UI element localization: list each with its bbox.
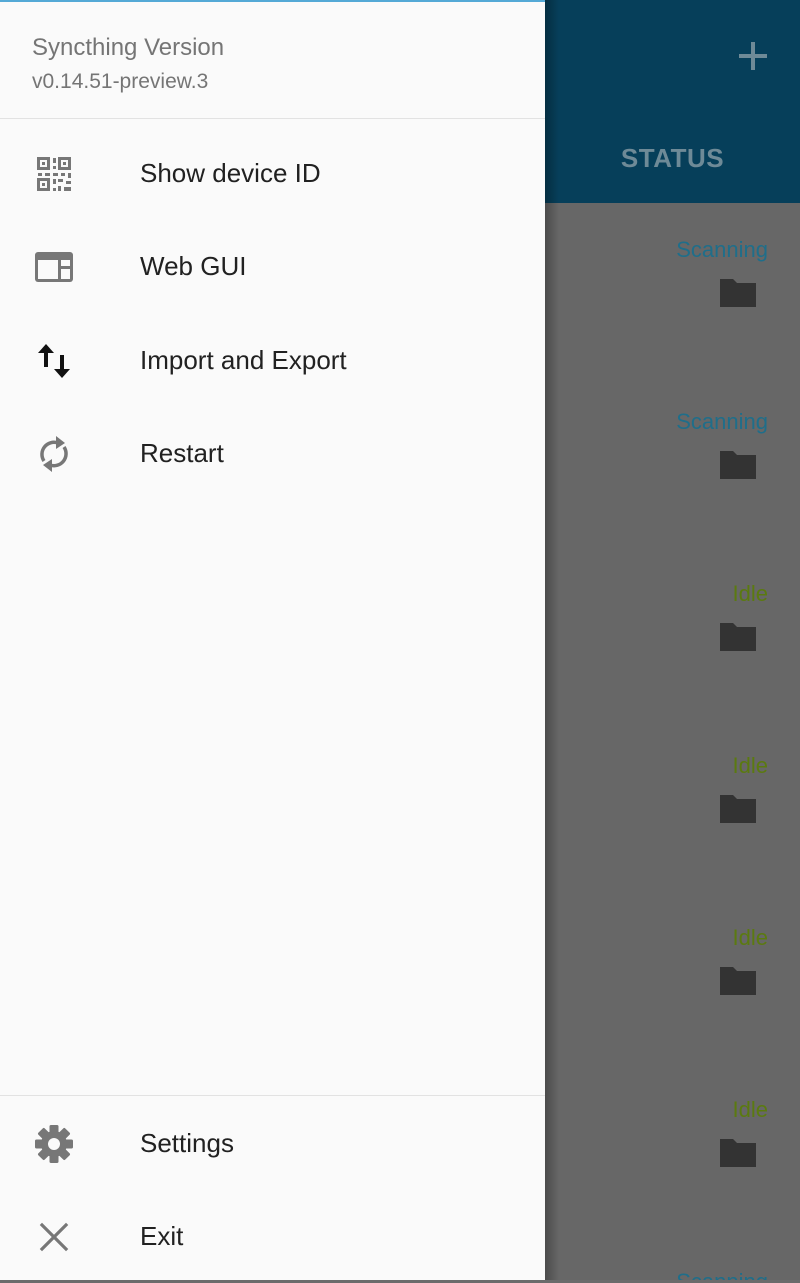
drawer-header: Syncthing Version v0.14.51-preview.3 — [0, 0, 545, 119]
import-export-icon — [33, 340, 75, 382]
folder-icon — [720, 623, 756, 651]
web-window-icon — [33, 246, 75, 288]
menu-item-show-device-id[interactable]: Show device ID — [0, 127, 545, 220]
folder-icon — [720, 1139, 756, 1167]
folder-icon — [720, 279, 756, 307]
plus-icon — [739, 42, 767, 70]
menu-item-label: Exit — [140, 1221, 184, 1251]
folder-row[interactable]: Scanning — [545, 409, 800, 581]
menu-item-label: Import and Export — [140, 345, 347, 375]
folder-status: Idle — [732, 581, 768, 606]
folder-icon — [720, 795, 756, 823]
navigation-drawer: Syncthing Version v0.14.51-preview.3 Sho… — [0, 0, 545, 1280]
qr-code-icon — [33, 153, 75, 195]
folder-status: Scanning — [676, 409, 768, 434]
folder-status: Idle — [732, 925, 768, 950]
drawer-divider — [0, 1095, 545, 1096]
folder-row[interactable]: Scanning — [545, 1269, 800, 1280]
folder-row[interactable]: Idle — [545, 925, 800, 1097]
menu-item-label: Settings — [140, 1128, 234, 1158]
folder-row[interactable]: Scanning — [545, 237, 800, 409]
add-folder-button[interactable] — [722, 28, 784, 84]
folder-row[interactable]: Idle — [545, 581, 800, 753]
menu-item-settings[interactable]: Settings — [0, 1097, 545, 1190]
folder-status: Idle — [732, 1097, 768, 1122]
close-icon — [33, 1216, 75, 1258]
folder-status: Scanning — [676, 1269, 768, 1280]
menu-item-exit[interactable]: Exit — [0, 1190, 545, 1283]
menu-item-label: Web GUI — [140, 251, 247, 281]
gear-icon — [33, 1123, 75, 1165]
menu-item-label: Restart — [140, 438, 224, 468]
folder-icon — [720, 451, 756, 479]
menu-item-restart[interactable]: Restart — [0, 407, 545, 500]
folder-icon — [720, 967, 756, 995]
tab-status[interactable]: STATUS — [545, 130, 800, 186]
drawer-shadow — [545, 0, 559, 1280]
folder-row[interactable]: Idle — [545, 753, 800, 925]
restart-icon — [33, 433, 75, 475]
menu-item-label: Show device ID — [140, 158, 321, 188]
version-title: Syncthing Version — [32, 34, 225, 61]
menu-item-web-gui[interactable]: Web GUI — [0, 220, 545, 313]
folder-row[interactable]: Idle — [545, 1097, 800, 1269]
folder-status: Scanning — [676, 237, 768, 262]
version-value: v0.14.51-preview.3 — [32, 70, 209, 93]
folder-status: Idle — [732, 753, 768, 778]
menu-item-import-export[interactable]: Import and Export — [0, 314, 545, 407]
